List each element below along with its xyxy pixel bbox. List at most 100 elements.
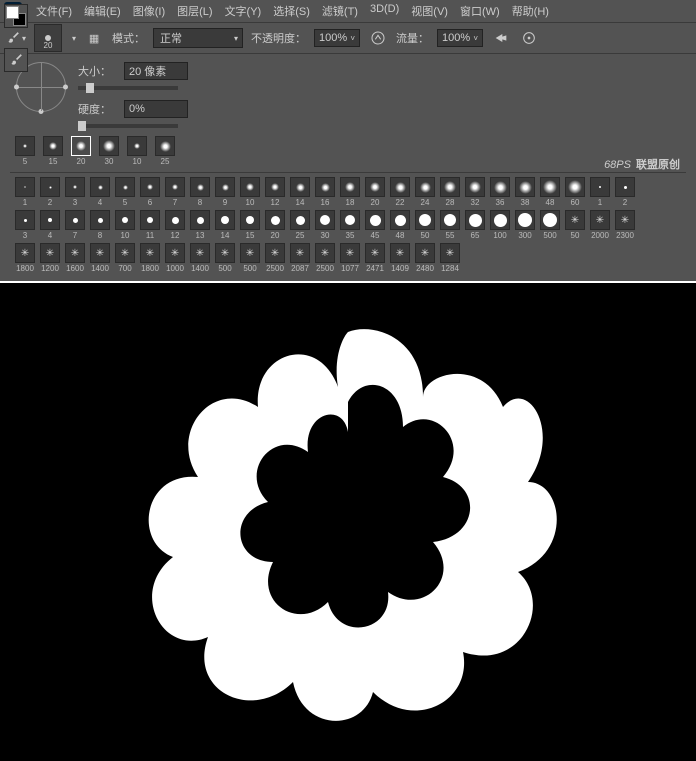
brush-thumb[interactable]: 45 [364, 210, 386, 240]
brush-thumb[interactable]: 3 [14, 210, 36, 240]
mode-select[interactable]: 正常 [153, 28, 243, 48]
menu-item[interactable]: 窗口(W) [454, 1, 506, 21]
brush-thumb[interactable]: 2 [39, 177, 61, 207]
brush-thumb[interactable]: ✳2500 [264, 243, 286, 273]
pressure-opacity-icon[interactable] [368, 28, 388, 48]
brush-thumb[interactable]: ✳1800 [14, 243, 36, 273]
brush-thumb[interactable]: ✳1409 [389, 243, 411, 273]
menu-item[interactable]: 图像(I) [127, 1, 171, 21]
brush-thumb[interactable]: 18 [339, 177, 361, 207]
menu-item[interactable]: 视图(V) [405, 1, 454, 21]
brush-thumb[interactable]: 20 [364, 177, 386, 207]
brush-thumb[interactable]: ✳1800 [139, 243, 161, 273]
brush-thumb[interactable]: 10 [126, 136, 148, 166]
menu-item[interactable]: 编辑(E) [78, 1, 127, 21]
brush-thumb[interactable]: 13 [189, 210, 211, 240]
brush-thumb[interactable]: 14 [289, 177, 311, 207]
brush-thumb[interactable]: 30 [314, 210, 336, 240]
brush-thumb[interactable]: 16 [314, 177, 336, 207]
brush-thumb[interactable]: ✳1400 [89, 243, 111, 273]
menu-item[interactable]: 文字(Y) [219, 1, 268, 21]
brush-thumb[interactable]: ✳1284 [439, 243, 461, 273]
tool-foreground-background[interactable] [4, 4, 28, 28]
brush-thumb[interactable]: 7 [64, 210, 86, 240]
brush-thumb[interactable]: 50 [414, 210, 436, 240]
brush-thumb[interactable]: 11 [139, 210, 161, 240]
brush-thumb[interactable]: 15 [42, 136, 64, 166]
brush-thumb[interactable]: 30 [98, 136, 120, 166]
brush-thumb[interactable]: 10 [239, 177, 261, 207]
brush-thumb[interactable]: 65 [464, 210, 486, 240]
brush-thumb[interactable]: ✳2480 [414, 243, 436, 273]
brush-thumb[interactable]: ✳700 [114, 243, 136, 273]
airbrush-icon[interactable] [491, 28, 511, 48]
menu-item[interactable]: 图层(L) [171, 1, 218, 21]
brush-thumb[interactable]: 12 [264, 177, 286, 207]
brush-thumb[interactable]: 5 [114, 177, 136, 207]
brush-thumb[interactable]: ✳2500 [314, 243, 336, 273]
brush-thumb[interactable]: 22 [389, 177, 411, 207]
brush-thumb[interactable]: 24 [414, 177, 436, 207]
brush-thumb[interactable]: ✳500 [239, 243, 261, 273]
brush-thumb[interactable]: ✳1400 [189, 243, 211, 273]
menu-item[interactable]: 选择(S) [267, 1, 316, 21]
brush-thumb[interactable]: 3 [64, 177, 86, 207]
size-slider[interactable] [78, 86, 178, 90]
brush-thumb[interactable]: ✳2300 [614, 210, 636, 240]
hardness-input[interactable]: 0% [124, 100, 188, 118]
brush-thumb[interactable]: 60 [564, 177, 586, 207]
brush-thumb[interactable]: 1 [14, 177, 36, 207]
menu-item[interactable]: 文件(F) [30, 1, 78, 21]
brush-thumb[interactable]: 500 [539, 210, 561, 240]
flow-input[interactable]: 100% [437, 29, 483, 47]
opacity-input[interactable]: 100% [314, 29, 360, 47]
brush-thumb[interactable]: 48 [539, 177, 561, 207]
brush-thumb[interactable]: 6 [139, 177, 161, 207]
canvas[interactable] [0, 283, 696, 761]
size-input[interactable]: 20 像素 [124, 62, 188, 80]
brush-thumb[interactable]: ✳1200 [39, 243, 61, 273]
brush-thumb[interactable]: 10 [114, 210, 136, 240]
brush-thumb[interactable]: 14 [214, 210, 236, 240]
menu-item[interactable]: 滤镜(T) [316, 1, 364, 21]
brush-thumb[interactable]: 9 [214, 177, 236, 207]
menu-item[interactable]: 帮助(H) [506, 1, 555, 21]
brush-thumb[interactable]: 15 [239, 210, 261, 240]
brush-thumb[interactable]: 5 [14, 136, 36, 166]
brush-thumb[interactable]: 1 [589, 177, 611, 207]
brush-thumb[interactable]: 20 [264, 210, 286, 240]
brush-thumb[interactable]: 36 [489, 177, 511, 207]
brush-thumb[interactable]: 100 [489, 210, 511, 240]
chevron-down-icon[interactable]: ▾ [72, 34, 76, 43]
brush-thumb[interactable]: ✳1000 [164, 243, 186, 273]
brush-thumb[interactable]: 12 [164, 210, 186, 240]
brush-thumb[interactable]: ✳2087 [289, 243, 311, 273]
pressure-size-icon[interactable] [519, 28, 539, 48]
brush-thumb[interactable]: 20 [70, 136, 92, 166]
brush-thumb[interactable]: 8 [189, 177, 211, 207]
brush-thumb[interactable]: 28 [439, 177, 461, 207]
brush-thumb[interactable]: ✳500 [214, 243, 236, 273]
brush-thumb[interactable]: ✳1600 [64, 243, 86, 273]
brush-preset-picker[interactable]: 20 [34, 24, 62, 52]
tool-brush[interactable] [4, 48, 28, 72]
menu-item[interactable]: 3D(D) [364, 1, 405, 21]
brush-panel-toggle-icon[interactable]: ▦ [84, 28, 104, 48]
brush-thumb[interactable]: 25 [154, 136, 176, 166]
brush-thumb[interactable]: 4 [39, 210, 61, 240]
brush-thumb[interactable]: 8 [89, 210, 111, 240]
hardness-slider[interactable] [78, 124, 178, 128]
brush-thumb[interactable]: 7 [164, 177, 186, 207]
brush-thumb[interactable]: 35 [339, 210, 361, 240]
brush-thumb[interactable]: 55 [439, 210, 461, 240]
brush-thumb[interactable]: 4 [89, 177, 111, 207]
brush-thumb[interactable]: 25 [289, 210, 311, 240]
brush-thumb[interactable]: 38 [514, 177, 536, 207]
brush-thumb[interactable]: 2 [614, 177, 636, 207]
brush-thumb[interactable]: ✳1077 [339, 243, 361, 273]
brush-thumb[interactable]: ✳50 [564, 210, 586, 240]
brush-thumb[interactable]: ✳2471 [364, 243, 386, 273]
brush-thumb[interactable]: 32 [464, 177, 486, 207]
brush-thumb[interactable]: ✳2000 [589, 210, 611, 240]
brush-thumb[interactable]: 48 [389, 210, 411, 240]
